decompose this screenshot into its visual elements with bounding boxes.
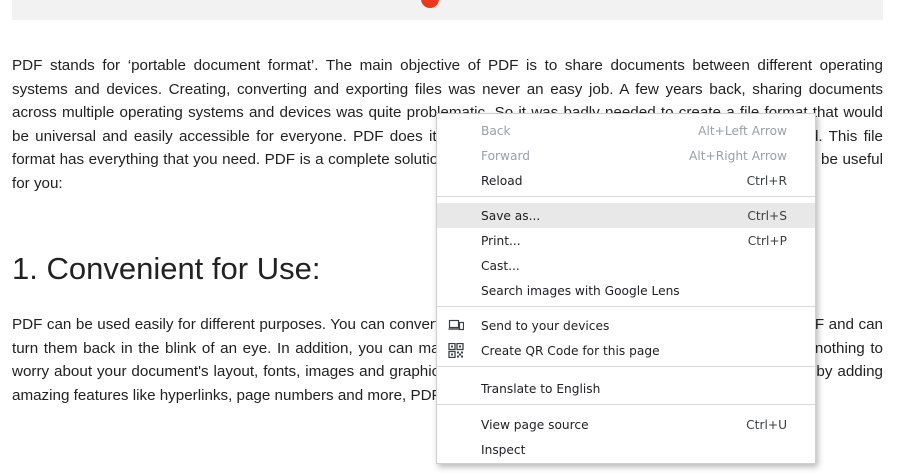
menu-item-label: Create QR Code for this page	[481, 343, 660, 358]
menu-item-forward[interactable]: Forward Alt+Right Arrow	[437, 143, 815, 168]
menu-separator	[437, 366, 815, 367]
menu-item-label: Save as...	[481, 208, 541, 223]
context-menu: Back Alt+Left Arrow Forward Alt+Right Ar…	[436, 113, 816, 464]
menu-item-shortcut: Alt+Left Arrow	[698, 123, 787, 138]
menu-item-label: Translate to English	[481, 381, 601, 396]
menu-item-shortcut: Ctrl+U	[746, 417, 787, 432]
menu-item-shortcut: Ctrl+P	[747, 233, 787, 248]
menu-item-translate[interactable]: Translate to English	[437, 376, 815, 401]
menu-item-search-lens[interactable]: Search images with Google Lens	[437, 278, 815, 303]
menu-separator	[437, 404, 815, 405]
menu-item-reload[interactable]: Reload Ctrl+R	[437, 168, 815, 193]
menu-item-label: Search images with Google Lens	[481, 283, 680, 298]
menu-separator	[437, 196, 815, 197]
section-heading: 1. Convenient for Use:	[12, 251, 321, 286]
menu-item-print[interactable]: Print... Ctrl+P	[437, 228, 815, 253]
top-banner-strip	[12, 0, 883, 20]
menu-item-label: Inspect	[481, 442, 526, 457]
devices-icon	[448, 318, 465, 333]
menu-item-shortcut: Ctrl+R	[746, 173, 787, 188]
menu-item-inspect[interactable]: Inspect	[437, 437, 815, 462]
menu-item-save-as[interactable]: Save as... Ctrl+S	[437, 203, 815, 228]
menu-item-label: Cast...	[481, 258, 520, 273]
menu-item-label: Send to your devices	[481, 318, 610, 333]
menu-item-label: Print...	[481, 233, 521, 248]
menu-item-send-devices[interactable]: Send to your devices	[437, 313, 815, 338]
menu-item-cast[interactable]: Cast...	[437, 253, 815, 278]
menu-item-label: Forward	[481, 148, 531, 163]
menu-item-view-source[interactable]: View page source Ctrl+U	[437, 412, 815, 437]
section-heading-wrap: 1. Convenient for Use:	[12, 251, 320, 287]
qr-code-icon	[448, 342, 464, 359]
menu-item-label: Back	[481, 123, 511, 138]
menu-item-back[interactable]: Back Alt+Left Arrow	[437, 118, 815, 143]
menu-item-qr-code[interactable]: Create QR Code for this page	[437, 338, 815, 363]
menu-item-shortcut: Ctrl+S	[747, 208, 787, 223]
menu-item-shortcut: Alt+Right Arrow	[689, 148, 787, 163]
menu-item-label: Reload	[481, 173, 523, 188]
menu-item-label: View page source	[481, 417, 589, 432]
menu-separator	[437, 306, 815, 307]
